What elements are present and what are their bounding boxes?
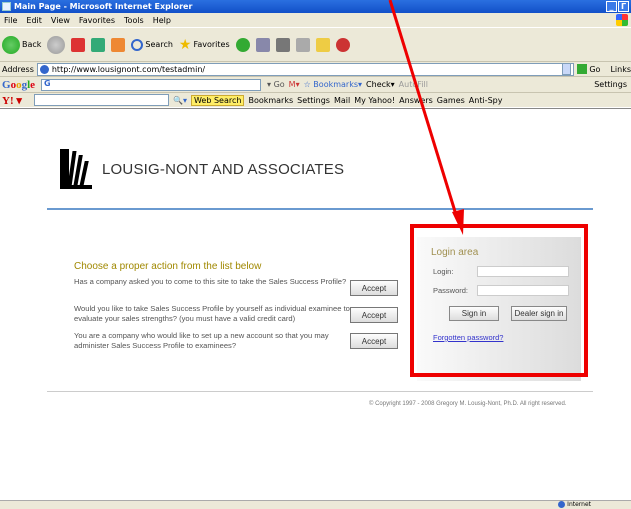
google-bookmarks-icon[interactable]: ☆ Bookmarks▾ bbox=[304, 80, 362, 89]
go-button[interactable]: Go bbox=[577, 64, 600, 74]
company-logo: LOUSIG-NONT AND ASSOCIATES bbox=[60, 149, 344, 189]
yahoo-search-icon[interactable]: 🔍▾ bbox=[173, 96, 187, 105]
refresh-icon[interactable] bbox=[91, 37, 106, 52]
yahoo-bookmarks-button[interactable]: Bookmarks bbox=[248, 96, 293, 105]
zone-label: Internet bbox=[567, 501, 591, 508]
star-icon: ★ bbox=[178, 36, 192, 53]
menu-edit[interactable]: Edit bbox=[26, 16, 42, 25]
favorites-label: Favorites bbox=[193, 40, 230, 49]
accept-button-new-account[interactable]: Accept bbox=[350, 333, 398, 349]
search-icon bbox=[131, 38, 144, 51]
windows-logo-icon bbox=[616, 14, 628, 26]
standard-toolbar: Back Search ★ Favorites bbox=[0, 27, 631, 61]
footer-divider bbox=[47, 391, 593, 392]
favorites-button[interactable]: ★ Favorites bbox=[179, 37, 230, 53]
gmail-icon[interactable]: M▾ bbox=[289, 80, 300, 89]
messenger-icon[interactable] bbox=[335, 37, 350, 52]
google-go-button[interactable]: ▾ Go bbox=[267, 80, 285, 89]
home-icon[interactable] bbox=[111, 37, 126, 52]
menu-favorites[interactable]: Favorites bbox=[79, 16, 115, 25]
forward-arrow-icon bbox=[47, 35, 66, 54]
page-viewport: LOUSIG-NONT AND ASSOCIATES Choose a prop… bbox=[0, 108, 631, 500]
maximize-button[interactable]: Г bbox=[618, 1, 629, 12]
address-bar: Address http://www.lousignont.com/testad… bbox=[0, 61, 631, 76]
yahoo-logo: Y! ▾ bbox=[2, 94, 22, 107]
google-autofill-button[interactable]: AutoFill bbox=[399, 80, 428, 89]
menu-file[interactable]: File bbox=[4, 16, 17, 25]
yahoo-web-search-button[interactable]: Web Search bbox=[190, 94, 245, 106]
yahoo-search-input[interactable] bbox=[34, 94, 169, 106]
minimize-button[interactable]: _ bbox=[606, 1, 617, 12]
edit-icon[interactable] bbox=[295, 37, 310, 52]
back-button[interactable]: Back bbox=[2, 35, 42, 54]
forward-button[interactable] bbox=[47, 35, 66, 54]
yahoo-antispy-button[interactable]: Anti-Spy bbox=[469, 96, 503, 105]
accept-button-company-invited[interactable]: Accept bbox=[350, 280, 398, 296]
search-button[interactable]: Search bbox=[131, 38, 173, 51]
folder-icon[interactable] bbox=[315, 37, 330, 52]
back-arrow-icon bbox=[2, 35, 20, 54]
page-icon bbox=[39, 64, 49, 74]
globe-icon bbox=[558, 501, 566, 508]
company-name: LOUSIG-NONT AND ASSOCIATES bbox=[102, 160, 345, 178]
go-arrow-icon bbox=[577, 64, 588, 74]
yahoo-toolbar: Y! ▾ 🔍▾ Web Search Bookmarks Settings Ma… bbox=[0, 92, 631, 107]
copyright-text: © Copyright 1997 - 2008 Gregory M. Lousi… bbox=[369, 401, 567, 407]
google-search-input[interactable]: G bbox=[41, 78, 262, 91]
menu-bar: File Edit View Favorites Tools Help bbox=[0, 13, 631, 27]
address-dropdown-icon[interactable] bbox=[561, 63, 572, 75]
history-icon[interactable] bbox=[235, 37, 250, 52]
mail-icon[interactable] bbox=[255, 37, 270, 52]
address-url: http://www.lousignont.com/testadmin/ bbox=[51, 64, 206, 74]
action-text-new-account: You are a company who would like to set … bbox=[74, 331, 329, 350]
choose-action-heading: Choose a proper action from the list bel… bbox=[74, 261, 262, 272]
yahoo-settings-button[interactable]: Settings bbox=[297, 96, 330, 105]
annotation-highlight-box bbox=[410, 224, 588, 377]
accept-button-individual[interactable]: Accept bbox=[350, 307, 398, 323]
window-title-bar: Main Page - Microsoft Internet Explorer … bbox=[0, 0, 631, 13]
menu-view[interactable]: View bbox=[51, 16, 70, 25]
ie-icon bbox=[2, 2, 11, 11]
print-icon[interactable] bbox=[275, 37, 290, 52]
yahoo-mail-button[interactable]: Mail bbox=[334, 96, 350, 105]
yahoo-my-yahoo-button[interactable]: My Yahoo! bbox=[354, 96, 395, 105]
google-logo: Google bbox=[2, 78, 36, 91]
links-button[interactable]: Links bbox=[610, 65, 631, 74]
header-divider bbox=[47, 208, 593, 210]
status-bar: Internet bbox=[0, 500, 631, 509]
menu-help[interactable]: Help bbox=[153, 16, 171, 25]
google-toolbar: Google G ▾ Go M▾ ☆ Bookmarks▾ Check▾ Aut… bbox=[0, 76, 631, 92]
menu-tools[interactable]: Tools bbox=[124, 16, 144, 25]
google-settings-button[interactable]: Settings bbox=[594, 80, 627, 89]
action-text-company-invited: Has a company asked you to come to this … bbox=[74, 277, 347, 286]
search-label: Search bbox=[145, 40, 173, 49]
yahoo-answers-button[interactable]: Answers bbox=[399, 96, 433, 105]
google-g-icon: G bbox=[44, 79, 51, 88]
action-text-individual: Would you like to take Sales Success Pro… bbox=[74, 304, 350, 323]
back-label: Back bbox=[22, 40, 42, 49]
address-input[interactable]: http://www.lousignont.com/testadmin/ bbox=[36, 62, 574, 76]
security-zone: Internet bbox=[558, 501, 591, 508]
google-check-button[interactable]: Check▾ bbox=[366, 80, 395, 89]
yahoo-games-button[interactable]: Games bbox=[437, 96, 465, 105]
stop-icon[interactable] bbox=[71, 37, 86, 52]
go-label: Go bbox=[589, 64, 601, 74]
window-title: Main Page - Microsoft Internet Explorer bbox=[14, 2, 193, 11]
address-label: Address bbox=[2, 64, 34, 74]
profiles-logo-icon bbox=[60, 149, 92, 189]
